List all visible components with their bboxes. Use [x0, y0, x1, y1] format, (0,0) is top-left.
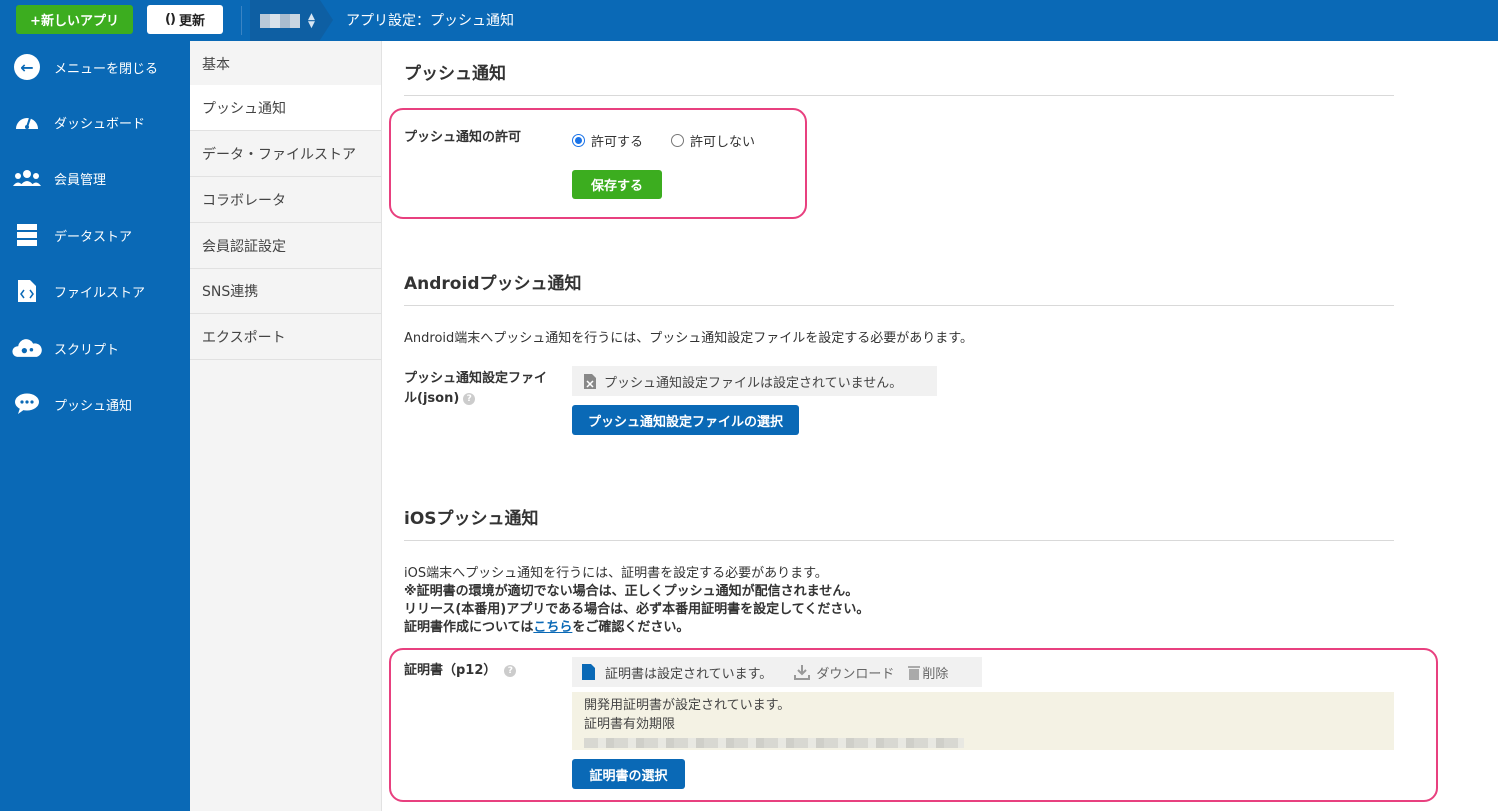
select-push-config-file-button[interactable]: プッシュ通知設定ファイルの選択: [572, 405, 799, 435]
settings-subnav: 基本 プッシュ通知 データ・ファイルストア コラボレータ 会員認証設定 SNS連…: [190, 41, 382, 811]
android-file-status-text: プッシュ通知設定ファイルは設定されていません。: [604, 375, 903, 391]
toolbar-divider: [241, 6, 242, 35]
sidebar-item-datastore[interactable]: データストア: [0, 215, 190, 255]
app-selector[interactable]: ▲ ▼: [250, 0, 320, 41]
android-file-label-line1: プッシュ通知設定ファイ: [404, 371, 548, 386]
ios-desc-line3: リリース(本番用)アプリである場合は、必ず本番用証明書を設定してください。: [404, 602, 870, 617]
sidebar-item-members[interactable]: 会員管理: [0, 158, 190, 198]
select-certificate-button[interactable]: 証明書の選択: [572, 759, 685, 789]
radio-allow-label: 許可する: [591, 135, 644, 150]
subnav-item-sns[interactable]: SNS連携: [190, 268, 381, 314]
section-heading-android: Androidプッシュ通知: [404, 274, 582, 294]
ios-cert-label: 証明書（p12）?: [404, 661, 517, 681]
updown-icon: ▲ ▼: [308, 11, 315, 30]
refresh-icon: (): [165, 12, 176, 27]
cloud-gear-icon: [12, 335, 42, 361]
sidebar-item-label: スクリプト: [54, 342, 120, 358]
sidebar-item-close-menu[interactable]: ← メニューを閉じる: [0, 47, 190, 87]
download-link[interactable]: ダウンロード: [794, 663, 894, 682]
sidebar-item-push[interactable]: プッシュ通知: [0, 384, 190, 424]
sidebar: ← メニューを閉じる ダッシュボード 会員管理 データストア ファイルストア ス…: [0, 41, 190, 811]
radio-allow[interactable]: 許可する: [572, 131, 643, 150]
help-icon[interactable]: ?: [504, 664, 517, 677]
sidebar-item-filestore[interactable]: ファイルストア: [0, 271, 190, 311]
push-permission-radio-group: 許可する 許可しない: [572, 131, 755, 150]
sidebar-item-script[interactable]: スクリプト: [0, 328, 190, 368]
subnav-item-collaborator[interactable]: コラボレータ: [190, 177, 381, 223]
ios-desc-line2: ※証明書の環境が適切でない場合は、正しくプッシュ通知が配信されません。: [404, 584, 859, 599]
divider: [404, 95, 1394, 96]
ios-cert-status-bar: 証明書は設定されています。 ダウンロード 削除: [572, 657, 982, 687]
help-icon[interactable]: ?: [463, 392, 476, 405]
android-file-label: プッシュ通知設定ファイ ル(json)?: [404, 369, 554, 409]
chat-bubble-icon: [12, 391, 42, 417]
ios-desc-line1: iOS端末へプッシュ通知を行うには、証明書を設定する必要があります。: [404, 566, 828, 581]
ios-cert-expiry-blurred: [584, 738, 964, 748]
download-label: ダウンロード: [816, 666, 895, 682]
subnav-item-member-auth[interactable]: 会員認証設定: [190, 223, 381, 269]
ios-description: iOS端末へプッシュ通知を行うには、証明書を設定する必要があります。 ※証明書の…: [404, 565, 1304, 637]
refresh-button[interactable]: () 更新: [147, 5, 223, 34]
ios-cert-info-box: 開発用証明書が設定されています。 証明書有効期限: [572, 692, 1394, 750]
sidebar-item-label: 会員管理: [54, 172, 107, 188]
sidebar-item-dashboard[interactable]: ダッシュボード: [0, 102, 190, 142]
subnav-item-basic[interactable]: 基本: [190, 41, 381, 87]
file-code-icon: [12, 278, 42, 304]
sidebar-item-label: データストア: [54, 229, 133, 245]
database-icon: [12, 222, 42, 248]
android-file-status: プッシュ通知設定ファイルは設定されていません。: [572, 366, 937, 396]
arrow-left-icon: ←: [12, 54, 42, 80]
radio-allow-dot[interactable]: [572, 134, 585, 147]
download-icon: [794, 664, 811, 680]
top-bar: +新しいアプリ () 更新 ▲ ▼ アプリ設定：プッシュ通知: [0, 0, 1498, 41]
save-button[interactable]: 保存する: [572, 170, 662, 199]
subnav-item-data-file-store[interactable]: データ・ファイルストア: [190, 131, 381, 177]
delete-label: 削除: [922, 666, 949, 682]
radio-deny-dot[interactable]: [671, 134, 685, 147]
ios-cert-info-line1: 開発用証明書が設定されています。: [584, 698, 791, 713]
ios-cert-label-text: 証明書（p12）: [404, 663, 497, 678]
ios-desc-line4-post: をご確認ください。: [572, 620, 690, 635]
delete-link[interactable]: 削除: [908, 663, 948, 682]
divider: [404, 305, 1394, 306]
section-heading-push: プッシュ通知: [404, 64, 506, 84]
radio-deny[interactable]: 許可しない: [671, 131, 755, 150]
highlight-box-push-permission: [389, 108, 807, 219]
ios-cert-expiry-label: 証明書有効期限: [584, 717, 676, 732]
radio-deny-label: 許可しない: [690, 135, 756, 150]
new-app-button[interactable]: +新しいアプリ: [16, 5, 133, 34]
sidebar-item-label: ファイルストア: [54, 285, 146, 301]
section-heading-ios: iOSプッシュ通知: [404, 509, 539, 529]
divider: [404, 540, 1394, 541]
subnav-item-push[interactable]: プッシュ通知: [190, 85, 381, 131]
document-icon: [582, 664, 595, 680]
ios-desc-line4-pre: 証明書作成については: [404, 620, 534, 635]
sidebar-item-label: プッシュ通知: [54, 398, 133, 414]
sidebar-item-label: メニューを閉じる: [54, 61, 159, 77]
main-content: プッシュ通知 プッシュ通知の許可 許可する 許可しない 保存する Android…: [382, 41, 1498, 811]
users-icon: [12, 165, 42, 191]
gauge-icon: [12, 109, 42, 135]
file-missing-icon: [584, 373, 596, 389]
sidebar-item-label: ダッシュボード: [54, 116, 146, 132]
android-file-label-line2: ル(json): [404, 391, 460, 406]
breadcrumb-arrow: [320, 0, 333, 40]
push-permission-label: プッシュ通知の許可: [404, 130, 522, 145]
trash-icon: [908, 665, 921, 680]
subnav-item-export[interactable]: エクスポート: [190, 314, 381, 360]
refresh-label: 更新: [178, 14, 205, 29]
page-title: アプリ設定：プッシュ通知: [346, 13, 514, 29]
ios-cert-status-text: 証明書は設定されています。: [605, 666, 773, 682]
app-name-blurred: [260, 13, 300, 28]
android-description: Android端末へプッシュ通知を行うには、プッシュ通知設定ファイルを設定する必…: [404, 331, 973, 346]
ios-cert-guide-link[interactable]: こちら: [533, 620, 572, 635]
